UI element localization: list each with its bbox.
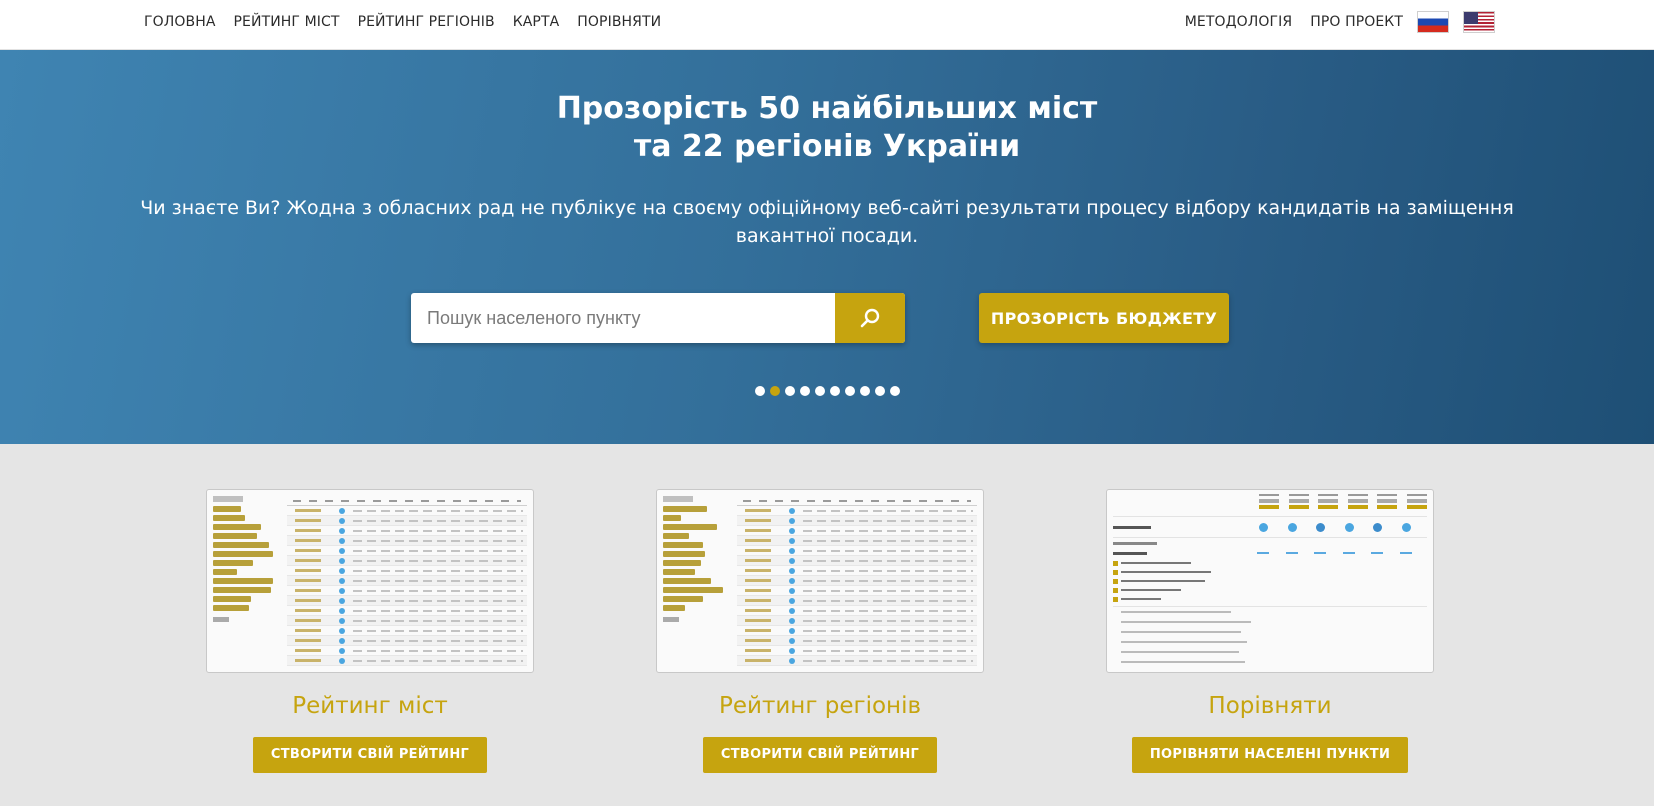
- preview-row: [287, 596, 527, 606]
- hero-fact-text: Чи знаєте Ви? Жодна з обласних рад не пу…: [140, 197, 1514, 247]
- region-rating-preview-image[interactable]: [656, 489, 984, 673]
- search-icon: [860, 308, 880, 328]
- preview-row: [737, 636, 977, 646]
- slider-dot[interactable]: [784, 386, 795, 396]
- preview-row: [737, 566, 977, 576]
- preview-row: [737, 596, 977, 606]
- search-box: [411, 293, 905, 343]
- preview-row: [287, 516, 527, 526]
- russia-flag-icon[interactable]: [1417, 11, 1449, 33]
- compare-settlements-button[interactable]: ПОРІВНЯТИ НАСЕЛЕНІ ПУНКТИ: [1131, 737, 1409, 773]
- preview-row: [737, 536, 977, 546]
- create-city-rating-button[interactable]: СТВОРИТИ СВІЙ РЕЙТИНГ: [252, 737, 488, 773]
- preview-row: [287, 626, 527, 636]
- preview-row: [737, 546, 977, 556]
- preview-row: [287, 586, 527, 596]
- preview-row: [287, 536, 527, 546]
- preview-row: [737, 626, 977, 636]
- city-rating-preview-image[interactable]: [206, 489, 534, 673]
- preview-row: [287, 656, 527, 666]
- nav-region-rating-link[interactable]: РЕЙТИНГ РЕГІОНІВ: [358, 14, 495, 30]
- preview-row: [737, 526, 977, 536]
- preview-row: [737, 656, 977, 666]
- preview-row: [287, 526, 527, 536]
- create-region-rating-button[interactable]: СТВОРИТИ СВІЙ РЕЙТИНГ: [702, 737, 938, 773]
- nav-map-link[interactable]: КАРТА: [513, 14, 560, 30]
- secondary-menu: МЕТОДОЛОГІЯ ПРО ПРОЕКТ: [1185, 0, 1495, 44]
- hero-title: Прозорість 50 найбільших міст та 22 регі…: [0, 90, 1654, 166]
- preview-row: [287, 556, 527, 566]
- slider-dot[interactable]: [754, 386, 765, 396]
- region-rating-title[interactable]: Рейтинг регіонів: [656, 693, 984, 719]
- slider-dot[interactable]: [799, 386, 810, 396]
- slider-dot[interactable]: [889, 386, 900, 396]
- preview-row: [287, 636, 527, 646]
- usa-flag-icon[interactable]: [1463, 11, 1495, 33]
- preview-row: [287, 566, 527, 576]
- main-menu: ГОЛОВНА РЕЙТИНГ МІСТ РЕЙТИНГ РЕГІОНІВ КА…: [144, 0, 679, 44]
- slider-dot[interactable]: [814, 386, 825, 396]
- preview-row: [737, 516, 977, 526]
- search-button[interactable]: [835, 293, 905, 343]
- nav-home-link[interactable]: ГОЛОВНА: [144, 14, 216, 30]
- preview-row: [737, 576, 977, 586]
- compare-card: Порівняти ПОРІВНЯТИ НАСЕЛЕНІ ПУНКТИ: [1106, 489, 1434, 773]
- preview-row: [287, 546, 527, 556]
- compare-title[interactable]: Порівняти: [1106, 693, 1434, 719]
- preview-row: [287, 606, 527, 616]
- preview-row: [287, 616, 527, 626]
- compare-preview-image[interactable]: [1106, 489, 1434, 673]
- preview-row: [287, 576, 527, 586]
- nav-city-rating-link[interactable]: РЕЙТИНГ МІСТ: [234, 14, 340, 30]
- city-rating-title[interactable]: Рейтинг міст: [206, 693, 534, 719]
- preview-row: [287, 646, 527, 656]
- slider-dot[interactable]: [829, 386, 840, 396]
- preview-row: [737, 506, 977, 516]
- budget-transparency-button[interactable]: ПРОЗОРІСТЬ БЮДЖЕТУ: [979, 293, 1229, 343]
- preview-row: [287, 506, 527, 516]
- nav-compare-link[interactable]: ПОРІВНЯТИ: [577, 14, 661, 30]
- slider-dot[interactable]: [874, 386, 885, 396]
- nav-about-link[interactable]: ПРО ПРОЕКТ: [1310, 14, 1403, 30]
- region-rating-card: Рейтинг регіонів СТВОРИТИ СВІЙ РЕЙТИНГ: [656, 489, 984, 773]
- slider-dot[interactable]: [769, 386, 780, 396]
- top-navigation: ГОЛОВНА РЕЙТИНГ МІСТ РЕЙТИНГ РЕГІОНІВ КА…: [0, 0, 1654, 50]
- slider-dots: [0, 386, 1654, 396]
- preview-row: [737, 586, 977, 596]
- preview-row: [737, 606, 977, 616]
- city-rating-card: Рейтинг міст СТВОРИТИ СВІЙ РЕЙТИНГ: [206, 489, 534, 773]
- hero-title-line-1: Прозорість 50 найбільших міст: [556, 91, 1098, 126]
- preview-row: [737, 556, 977, 566]
- nav-methodology-link[interactable]: МЕТОДОЛОГІЯ: [1185, 14, 1293, 30]
- hero-banner: Прозорість 50 найбільших міст та 22 регі…: [0, 50, 1654, 444]
- preview-row: [737, 646, 977, 656]
- search-input[interactable]: [411, 293, 835, 343]
- hero-title-line-2: та 22 регіонів України: [633, 129, 1021, 164]
- slider-dot[interactable]: [844, 386, 855, 396]
- preview-row: [737, 616, 977, 626]
- slider-dot[interactable]: [859, 386, 870, 396]
